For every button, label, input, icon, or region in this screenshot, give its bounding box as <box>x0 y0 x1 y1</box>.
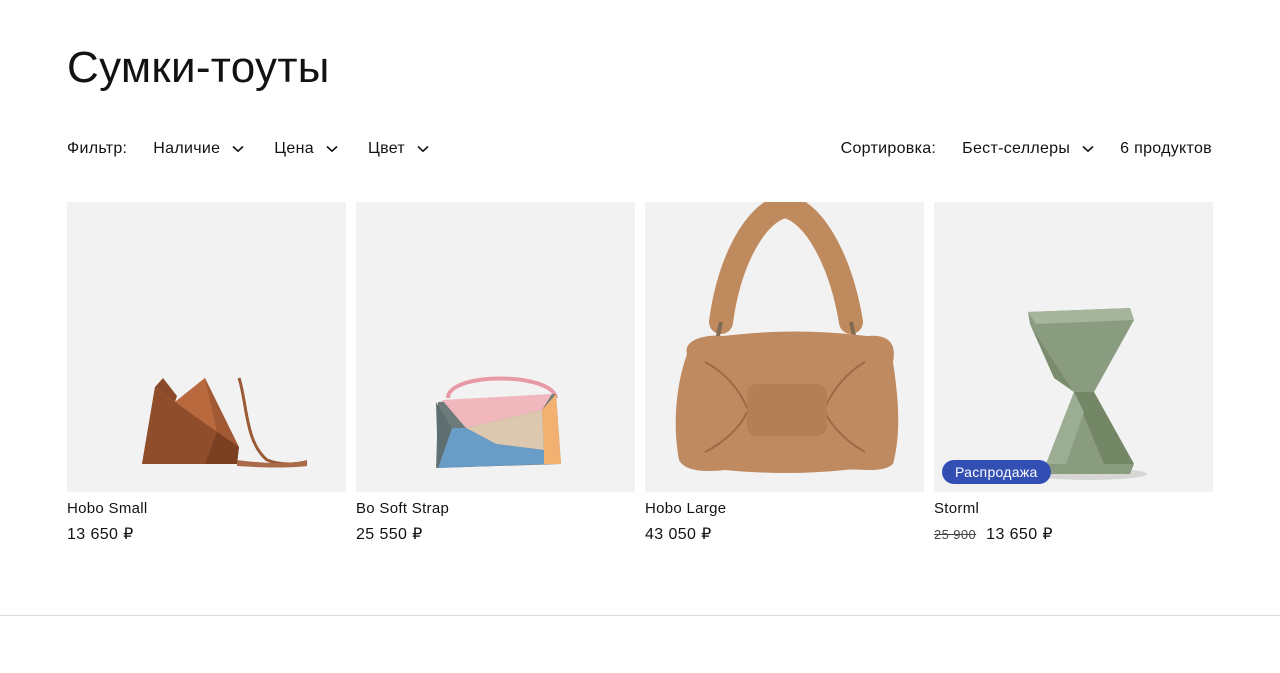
chevron-down-icon <box>417 145 429 153</box>
product-name[interactable]: Hobo Small <box>67 500 346 518</box>
product-card-storml[interactable]: Распродажа Storml 25 900 13 650 ₽ <box>934 202 1213 544</box>
product-name[interactable]: Storml <box>934 500 1213 518</box>
sort-label: Сортировка: <box>840 140 937 157</box>
filter-color-label: Цвет <box>367 140 406 157</box>
product-card-hobo-large[interactable]: Hobo Large 43 050 ₽ <box>645 202 924 544</box>
puffy-tan-bag-image <box>675 202 899 473</box>
product-price-row: 43 050 ₽ <box>645 524 924 544</box>
product-card-bo-soft-strap[interactable]: Bo Soft Strap 25 550 ₽ <box>356 202 635 544</box>
product-image-container[interactable] <box>67 202 346 492</box>
product-card-hobo-small[interactable]: Hobo Small 13 650 ₽ <box>67 202 346 544</box>
product-count: 6 продуктов <box>1120 140 1212 157</box>
page-title: Сумки-тоуты <box>67 43 330 92</box>
filter-group: Фильтр: Наличие Цена Цвет <box>67 140 429 158</box>
chevron-down-icon <box>1082 145 1094 153</box>
sale-badge: Распродажа <box>942 460 1051 484</box>
product-price: 25 550 ₽ <box>356 526 423 543</box>
brown-triangle-bag-image <box>142 377 308 468</box>
product-image-container[interactable]: Распродажа <box>934 202 1213 492</box>
product-price: 13 650 ₽ <box>986 526 1053 543</box>
product-price: 43 050 ₽ <box>645 526 712 543</box>
green-twisted-bag-image <box>1028 308 1147 480</box>
product-name[interactable]: Bo Soft Strap <box>356 500 635 518</box>
facet-toolbar: Фильтр: Наличие Цена Цвет Сортировка: Бе… <box>67 134 1212 164</box>
product-price-row: 25 900 13 650 ₽ <box>934 524 1213 544</box>
product-name[interactable]: Hobo Large <box>645 500 924 518</box>
sort-group: Сортировка: Бест-селлеры 6 продуктов <box>841 140 1212 158</box>
colorblock-bag-image <box>436 376 561 468</box>
sort-dropdown[interactable]: Бест-селлеры <box>962 140 1094 158</box>
footer-divider <box>0 615 1280 616</box>
sort-selected-value: Бест-селлеры <box>962 140 1071 157</box>
product-price-row: 25 550 ₽ <box>356 524 635 544</box>
chevron-down-icon <box>326 145 338 153</box>
filter-color-dropdown[interactable]: Цвет <box>368 140 429 158</box>
filter-label: Фильтр: <box>67 140 128 157</box>
filter-price-label: Цена <box>274 140 314 157</box>
product-grid: Hobo Small 13 650 ₽ Bo Soft Strap 25 550… <box>67 202 1213 544</box>
filter-price-dropdown[interactable]: Цена <box>274 140 338 158</box>
filter-availability-dropdown[interactable]: Наличие <box>153 140 244 158</box>
product-image-container[interactable] <box>645 202 924 492</box>
chevron-down-icon <box>232 145 244 153</box>
product-price: 13 650 ₽ <box>67 526 134 543</box>
filter-availability-label: Наличие <box>153 140 221 157</box>
product-price-old: 25 900 <box>934 527 977 542</box>
product-price-row: 13 650 ₽ <box>67 524 346 544</box>
product-image-container[interactable] <box>356 202 635 492</box>
